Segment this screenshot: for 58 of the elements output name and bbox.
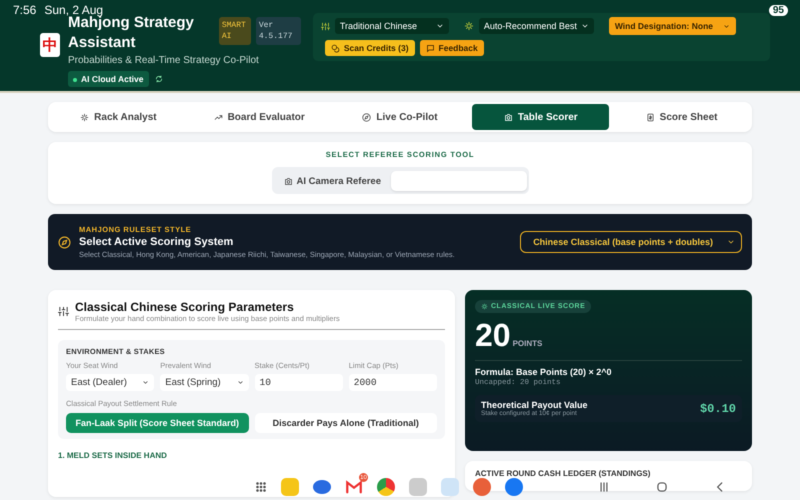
settlement-option[interactable]: Discarder Pays Alone (Traditional) (254, 413, 437, 433)
home-icon[interactable] (655, 480, 669, 494)
chevron-icon (580, 22, 589, 30)
chevron-icon (236, 379, 244, 386)
points-value: 20 (475, 317, 511, 354)
chevron-icon (727, 238, 735, 246)
battery-level: 95 (768, 4, 788, 16)
version-badge: Ver 4.5.177 (256, 17, 301, 45)
trend-icon (214, 112, 223, 122)
select-field[interactable]: East (Spring) (160, 374, 248, 391)
select-field[interactable]: East (Dealer) (66, 374, 154, 391)
payout-value: $0.10 (700, 402, 736, 416)
dollar-sheet-icon (646, 112, 655, 122)
language-select[interactable]: Traditional Chinese (334, 18, 449, 34)
chat-icon (426, 44, 435, 52)
card-title: Classical Chinese Scoring Parameters (75, 300, 295, 314)
ai-badge: SMART AI (218, 17, 251, 45)
tab[interactable]: Live Co-Pilot (332, 104, 468, 130)
mahjong-tile-logo: 中 (40, 33, 60, 57)
chevron-icon (723, 22, 730, 30)
coins-icon (330, 44, 340, 52)
section-heading: 1. MELD SETS INSIDE HAND (58, 451, 168, 460)
input-field[interactable]: 10 (254, 374, 343, 391)
refresh-icon[interactable] (154, 75, 162, 83)
compass-icon (362, 112, 372, 122)
mail-app-icon[interactable] (345, 478, 363, 496)
sparkle-icon (481, 303, 488, 310)
ledger-title: ACTIVE ROUND CASH LEDGER (STANDINGS) (475, 469, 652, 478)
ruleset-title: Select Active Scoring System (79, 236, 234, 248)
strategy-select[interactable]: Auto-Recommend Best (478, 18, 594, 34)
chevron-icon (436, 22, 444, 30)
camera-icon (284, 176, 292, 186)
sliders-icon (58, 306, 69, 317)
tab[interactable]: Board Evaluator (190, 104, 328, 130)
date-text: Sun, 2 Aug (44, 3, 104, 17)
tab[interactable]: Score Sheet (613, 104, 750, 130)
feedback-button[interactable]: Feedback (420, 40, 484, 56)
wind-select[interactable]: Wind Designation: None (608, 17, 736, 35)
formula-text: Formula: Base Points (20) × 2^0 (475, 367, 613, 377)
app-subtitle: Probabilities & Real-Time Strategy Co-Pilot (68, 55, 259, 66)
payout-label: Theoretical Payout Value (481, 400, 589, 410)
sparkle-icon (464, 21, 474, 31)
sparkle-icon (80, 112, 90, 122)
points-unit: POINTS (512, 339, 542, 348)
tab[interactable]: Rack Analyst (50, 104, 187, 130)
sliders-icon (320, 22, 330, 30)
app-grid-icon[interactable] (255, 481, 267, 493)
tab[interactable]: Table Scorer (472, 104, 610, 130)
input-field[interactable]: 2000 (348, 374, 437, 391)
tool-option[interactable]: AI Camera Referee (282, 171, 383, 191)
settlement-option[interactable]: Fan-Laak Split (Score Sheet Standard) (66, 413, 248, 433)
status-badge: AI Cloud Active (68, 71, 148, 87)
chevron-icon (142, 379, 150, 386)
scan-credits-button[interactable]: Scan Credits (3) (324, 40, 415, 56)
compass-icon (58, 236, 71, 248)
clock-time: 7:56 (13, 3, 36, 17)
ruleset-select[interactable]: Chinese Classical (base points + doubles) (520, 231, 742, 253)
camera-icon (504, 112, 513, 122)
